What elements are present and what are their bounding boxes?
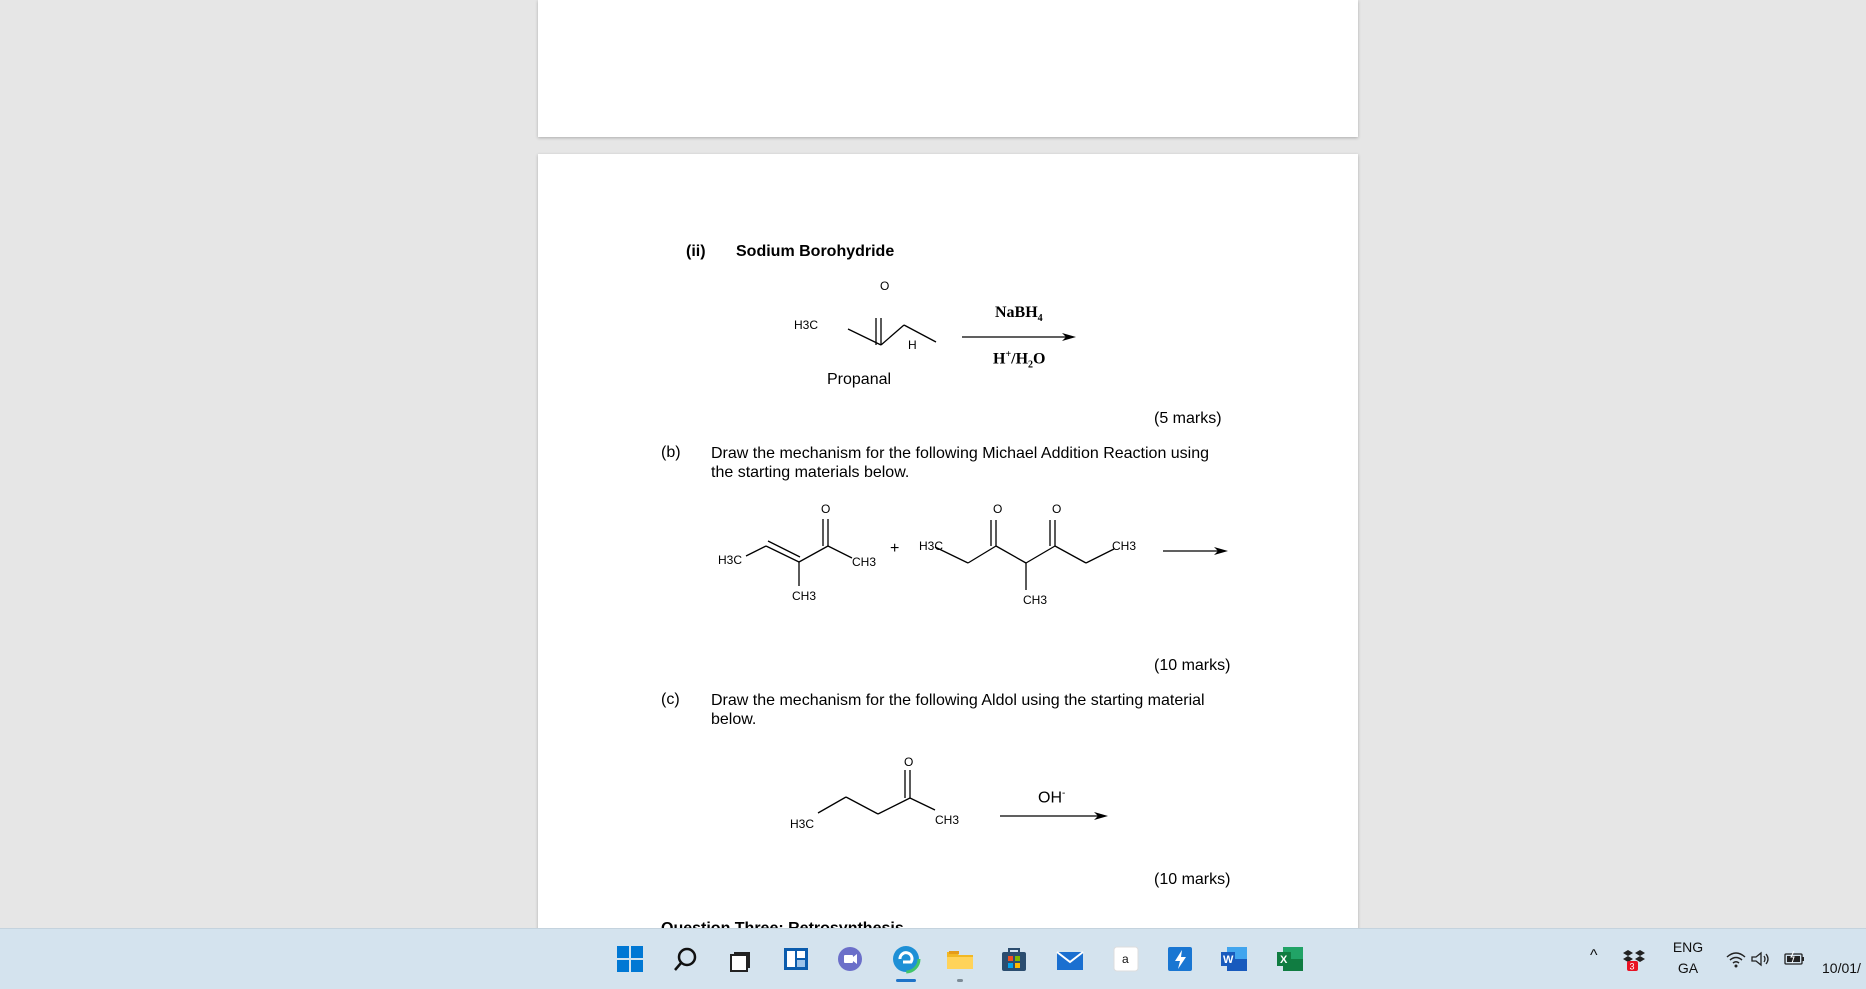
butanone-h3c-label: H3C [790,817,814,831]
previous-page [538,0,1358,137]
microsoft-store-icon[interactable] [996,941,1032,977]
explorer-running-indicator [957,979,963,982]
show-hidden-icons-chevron[interactable]: ^ [1590,947,1598,965]
power-automate-icon[interactable] [1162,941,1198,977]
hydroxide-reagent: OH- [1038,788,1066,807]
search-icon[interactable] [668,941,704,977]
teams-chat-icon[interactable] [832,941,868,977]
volume-icon[interactable] [1746,941,1774,977]
language-indicator-bottom[interactable]: GA [1664,960,1712,976]
start-icon[interactable] [612,941,648,977]
word-icon[interactable]: W [1216,941,1252,977]
clock-date[interactable]: 10/01/ [1822,960,1866,976]
aldol-scheme: O H3C CH3 [790,755,1108,831]
taskbar: a W X ^ 3 ENG GA 10/01/ [0,928,1866,989]
svg-text:a: a [1122,952,1129,966]
file-explorer-icon[interactable] [942,941,978,977]
task-view-icon[interactable] [724,941,760,977]
excel-icon[interactable]: X [1272,941,1308,977]
edge-active-indicator [896,979,916,982]
butanone-ch3-label: CH3 [935,813,959,827]
mail-icon[interactable] [1052,941,1088,977]
battery-icon[interactable] [1780,941,1810,977]
butanone-o-label: O [904,755,913,769]
widgets-icon[interactable] [778,941,814,977]
edge-icon[interactable] [888,941,924,977]
document-page: (ii) Sodium Borohydride O H3C H NaBH4 H+… [538,154,1358,988]
notification-badge-count: 3 [1630,962,1635,972]
amazon-icon[interactable]: a [1108,941,1144,977]
svg-text:W: W [1223,954,1234,966]
dropbox-tray-icon[interactable]: 3 [1620,941,1648,977]
part-c-marks: (10 marks) [1154,871,1231,888]
svg-text:X: X [1280,954,1288,966]
language-indicator-top[interactable]: ENG [1664,939,1712,955]
